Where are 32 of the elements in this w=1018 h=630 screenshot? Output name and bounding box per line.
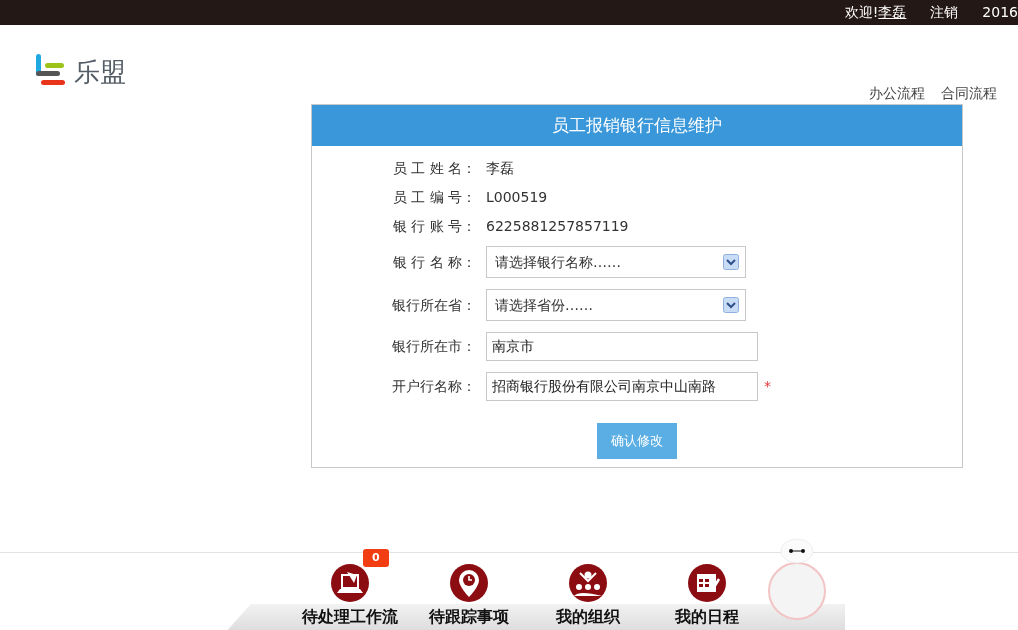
- dock-label[interactable]: 待跟踪事项: [428, 604, 509, 629]
- logo-text: 乐盟: [74, 58, 126, 85]
- dock-label[interactable]: 待处理工作流: [301, 604, 398, 629]
- user-link[interactable]: 李磊: [878, 4, 907, 20]
- field-label: 银行所在省：: [391, 295, 477, 315]
- dock-label[interactable]: 我的日程: [674, 604, 739, 629]
- date-text: 2016: [982, 3, 1018, 22]
- nav-link[interactable]: 办公流程: [869, 83, 925, 104]
- field-label: 员 工 姓 名：: [391, 158, 477, 178]
- field-label: 银 行 名 称：: [391, 252, 477, 272]
- select-field[interactable]: 请选择省份……: [486, 289, 746, 321]
- select-field[interactable]: 请选择银行名称……: [486, 246, 746, 278]
- field-value: L000519: [486, 187, 548, 207]
- input-field[interactable]: 南京市: [486, 332, 758, 361]
- field-label: 银行所在市：: [391, 337, 477, 356]
- count-badge: 0: [363, 548, 389, 567]
- field-value: 6225881257857119: [486, 216, 629, 236]
- location-clock-icon[interactable]: [448, 562, 489, 603]
- greeting-text: 欢迎!: [844, 4, 879, 20]
- field-label: 员 工 编 号：: [391, 187, 477, 207]
- field-label: 银 行 账 号：: [391, 216, 477, 236]
- input-field[interactable]: 招商银行股份有限公司南京中山南路: [486, 372, 758, 401]
- nav-link[interactable]: 合同流程: [941, 83, 997, 104]
- laptop-document-icon[interactable]: [329, 562, 370, 603]
- logout-link[interactable]: 注销: [930, 2, 959, 23]
- form-title: 员工报销银行信息维护: [312, 105, 962, 146]
- dock-label[interactable]: 我的组织: [555, 604, 620, 629]
- field-label: 开户行名称：: [391, 377, 477, 396]
- people-group-icon[interactable]: [567, 562, 608, 603]
- field-value: 李磊: [486, 158, 514, 178]
- required-mark: *: [764, 377, 771, 396]
- calendar-icon[interactable]: [686, 562, 727, 603]
